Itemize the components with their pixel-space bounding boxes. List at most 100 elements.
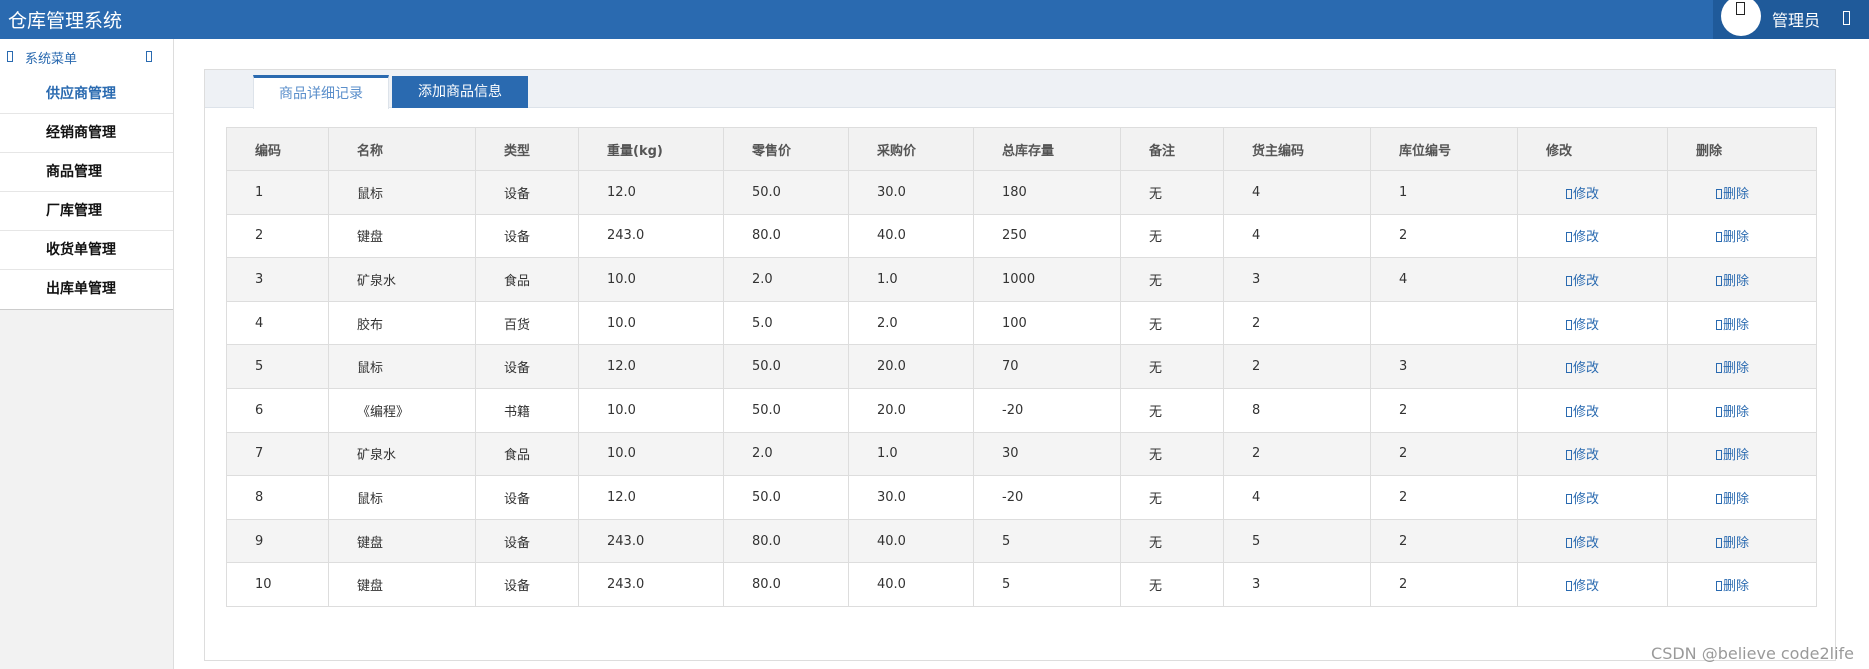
delete-link[interactable]: 删除 [1716,536,1749,551]
table-cell: 30 [973,431,1121,477]
sidebar-item-goods[interactable]: 商品管理 [0,153,173,192]
edit-link[interactable]: 修改 [1566,361,1599,376]
table-cell: -20 [973,387,1121,433]
table-cell: 12.0 [578,170,724,215]
user-name[interactable]: 管理员 [1772,7,1820,31]
delete-label: 删除 [1723,230,1750,246]
table-cell: 30.0 [848,475,974,520]
delete-label: 删除 [1723,448,1750,464]
table-cell: 2 [1223,431,1371,477]
edit-link[interactable]: 修改 [1566,448,1599,463]
column-header: 重量(kg) [578,127,724,171]
table-cell: 2.0 [723,431,849,477]
edit-link[interactable]: 修改 [1566,536,1599,551]
table-cell: 设备 [475,170,579,215]
sidebar-title: 系统菜单 [25,52,78,67]
tab-goods-records[interactable]: 商品详细记录 [253,75,389,109]
table-cell: 2 [1223,300,1371,346]
column-header: 备注 [1120,127,1224,171]
table-cell: 胶布 [328,300,476,346]
table-cell: 80.0 [723,213,849,259]
delete-label: 删除 [1723,535,1750,551]
edit-icon [1566,232,1572,243]
edit-link[interactable]: 修改 [1566,187,1599,202]
table-cell: 4 [1223,475,1371,520]
sidebar-item-warehouse[interactable]: 厂库管理 [0,192,173,231]
top-header: 仓库管理系统 管理员 [0,0,1869,39]
table-cell: 设备 [475,475,579,520]
table-cell: 50.0 [723,344,849,389]
table-row: 10 键盘 设备 243.0 80.0 40.0 5 无 3 2 修改 删除 [226,562,1817,607]
collapse-icon[interactable] [146,51,152,62]
table-cell: 50.0 [723,387,849,433]
table-cell: 243.0 [578,213,724,259]
table-row: 1 鼠标 设备 12.0 50.0 30.0 180 无 4 1 修改 删除 [226,170,1817,215]
delete-link[interactable]: 删除 [1716,230,1749,245]
sidebar-menu: 供应商管理 经销商管理 商品管理 厂库管理 收货单管理 出库单管理 [0,75,173,310]
table-row: 6 《编程》 书籍 10.0 50.0 20.0 -20 无 8 2 修改 删除 [226,387,1817,433]
delete-link[interactable]: 删除 [1716,405,1749,420]
column-header: 名称 [328,127,476,171]
sidebar-item-receipt[interactable]: 收货单管理 [0,231,173,270]
edit-cell: 修改 [1517,475,1668,520]
column-header: 货主编码 [1223,127,1371,171]
sidebar-item-supplier[interactable]: 供应商管理 [0,75,173,114]
table-cell: 243.0 [578,518,724,564]
edit-label: 修改 [1573,448,1600,464]
sidebar-item-dealer[interactable]: 经销商管理 [0,114,173,153]
table-cell: 10.0 [578,431,724,477]
edit-link[interactable]: 修改 [1566,492,1599,507]
delete-link[interactable]: 删除 [1716,187,1749,202]
table-cell: 3 [1223,562,1371,607]
table-cell: 矿泉水 [328,257,476,302]
table-cell: 键盘 [328,213,476,259]
table-body: 1 鼠标 设备 12.0 50.0 30.0 180 无 4 1 修改 删除 2 键盘 设备 243.0 80.… [226,170,1817,607]
table-cell: 10.0 [578,257,724,302]
table-cell: 2 [1370,518,1518,564]
table-cell: 8 [226,475,329,520]
table-cell: 3 [226,257,329,302]
sidebar-item-outbound[interactable]: 出库单管理 [0,270,173,309]
edit-link[interactable]: 修改 [1566,318,1599,333]
table-cell: 2 [1370,387,1518,433]
delete-link[interactable]: 删除 [1716,579,1749,594]
delete-link[interactable]: 删除 [1716,318,1749,333]
edit-icon [1566,188,1572,199]
caret-icon[interactable] [1843,11,1850,25]
table-cell: 5.0 [723,300,849,346]
user-menu[interactable]: 管理员 [1713,0,1869,39]
table-cell: 无 [1120,475,1224,520]
table-cell: 70 [973,344,1121,389]
edit-link[interactable]: 修改 [1566,579,1599,594]
edit-link[interactable]: 修改 [1566,230,1599,245]
tab-add-goods[interactable]: 添加商品信息 [392,76,528,108]
column-header: 零售价 [723,127,849,171]
avatar[interactable] [1721,0,1761,36]
table-row: 5 鼠标 设备 12.0 50.0 20.0 70 无 2 3 修改 删除 [226,344,1817,389]
delete-icon [1716,450,1722,461]
table-cell: 12.0 [578,344,724,389]
delete-cell: 删除 [1667,518,1817,564]
table-cell: 4 [226,300,329,346]
edit-link[interactable]: 修改 [1566,405,1599,420]
delete-link[interactable]: 删除 [1716,274,1749,289]
edit-icon [1566,319,1572,330]
delete-cell: 删除 [1667,387,1817,433]
edit-label: 修改 [1573,491,1600,507]
tab-bar: 商品详细记录 添加商品信息 [205,70,1835,109]
delete-link[interactable]: 删除 [1716,448,1749,463]
edit-label: 修改 [1573,230,1600,246]
delete-cell: 删除 [1667,475,1817,520]
table-cell: 7 [226,431,329,477]
sidebar-header[interactable]: 系统菜单 [0,39,173,75]
delete-label: 删除 [1723,273,1750,289]
edit-label: 修改 [1573,535,1600,551]
delete-icon [1716,363,1722,374]
delete-link[interactable]: 删除 [1716,492,1749,507]
table-cell: 1000 [973,257,1121,302]
table-cell: 3 [1370,344,1518,389]
edit-icon [1566,493,1572,504]
delete-icon [1716,232,1722,243]
delete-link[interactable]: 删除 [1716,361,1749,376]
edit-link[interactable]: 修改 [1566,274,1599,289]
